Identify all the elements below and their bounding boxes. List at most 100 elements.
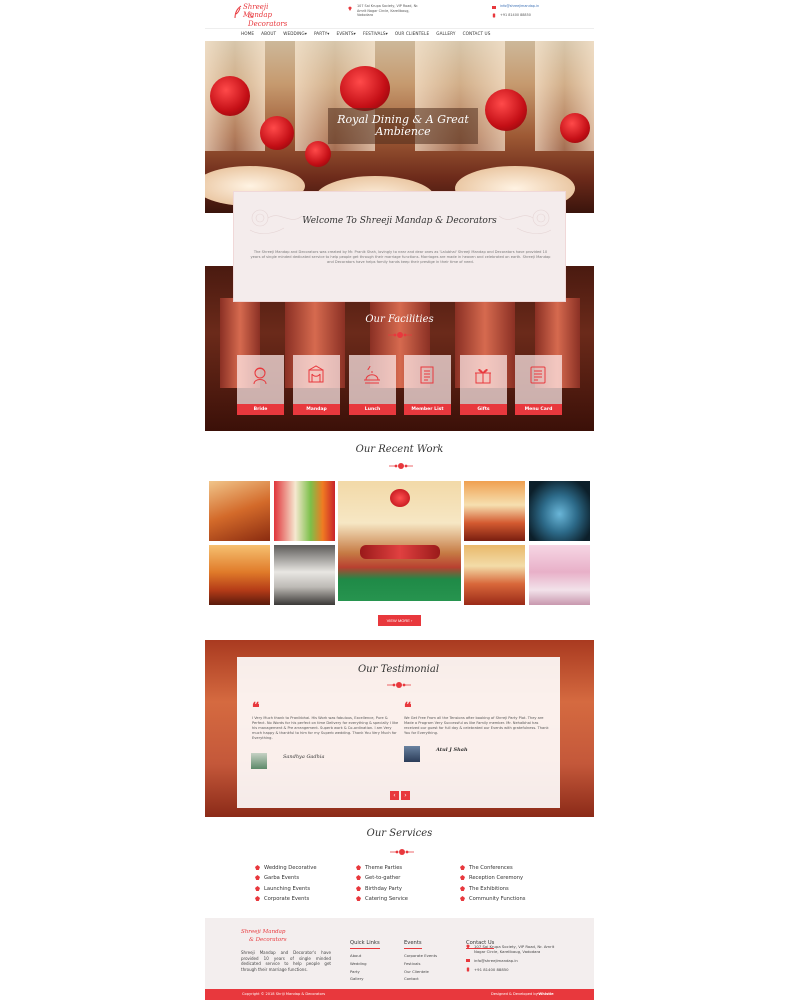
facility-card[interactable]: Bride [237,355,284,415]
hero-caption-box: Royal Dining & A Great Ambience [328,108,478,144]
rose-arrangement [560,113,590,143]
quick-links-title: Quick Links [350,940,380,949]
gallery-photo[interactable] [274,545,335,605]
gallery-photo[interactable] [209,545,270,605]
nav-item[interactable]: HOME [241,31,254,36]
footer-link[interactable]: Gallery [350,975,380,983]
nav-item[interactable]: GALLERY [436,31,455,36]
ornament-divider-icon [388,332,412,338]
footer-email[interactable]: info@shreejimandap.in [474,958,518,963]
service-item[interactable]: Community Functions [460,896,525,902]
mail-icon [492,6,496,9]
service-item[interactable]: The Conferences [460,865,513,871]
address-line: 107 Sai Krupa Society, VIP Road, Nr. [357,4,419,8]
footer-logo-line-2: & Decorators [249,937,287,943]
footer-link[interactable]: Wedding [350,960,380,968]
service-bullet-icon [460,886,465,891]
header-phone[interactable]: +91 81400 88850 [500,13,531,18]
facility-card[interactable]: Lunch [349,355,396,415]
address-line: Vadodara [357,13,374,18]
service-bullet-icon [255,865,260,870]
copyright-bar: Copyright © 2018 Shriji Mandap & Decorat… [205,989,594,1000]
facility-label: Bride [237,404,284,415]
nav-item[interactable]: ABOUT [261,31,276,36]
service-bullet-icon [356,865,361,870]
nav-item[interactable]: FESTIVALS▾ [363,31,388,36]
gallery-photo[interactable] [274,481,335,541]
logo-mark-icon [234,5,242,19]
service-label: Wedding Decorative [264,865,317,871]
facility-card[interactable]: Mandap [293,355,340,415]
footer-link[interactable]: Corporate Events [404,952,437,960]
nav-item[interactable]: CONTACT US [463,31,491,36]
footer-link[interactable]: Our Clientele [404,968,437,976]
footer-logo-line-1: Shreeji Mandap [241,929,286,935]
footer-link[interactable]: Contact [404,975,437,983]
facility-label: Menu Card [515,404,562,415]
footer-quick-links: Quick Links About Wedding Party Gallery [350,929,380,983]
location-pin-icon [348,6,352,11]
footer-address: 107 Sai Krupa Society, VIP Road, Nr. Amr… [474,944,555,954]
nav-item[interactable]: OUR CLIENTELE [395,31,429,36]
nav-item[interactable]: PARTY▾ [314,31,330,36]
service-bullet-icon [255,886,260,891]
footer-logo[interactable]: Shreeji Mandap & Decorators [241,929,291,947]
service-item[interactable]: Wedding Decorative [255,865,317,871]
service-bullet-icon [255,875,260,880]
nav-item[interactable]: WEDDING▾ [283,31,307,36]
facility-card[interactable]: Menu Card [515,355,562,415]
service-label: The Conferences [469,865,513,871]
service-item[interactable]: Theme Parties [356,865,402,871]
gallery-photo[interactable] [529,545,590,605]
service-bullet-icon [356,875,361,880]
facility-card[interactable]: Member List [404,355,451,415]
page: Shreeji Mandap & Decorators 107 Sai Krup… [0,0,800,1000]
testimonial-text: We Get Free From all the Tensions after … [404,716,549,735]
service-item[interactable]: The Exhibitions [460,886,509,892]
nav-list: HOME ABOUT WEDDING▾ PARTY▾ EVENTS▾ FESTIVALS▾… [241,31,490,36]
gallery-photo[interactable] [209,481,270,541]
bride-icon [253,367,267,385]
footer-events: Events Corporate Events Festivals Our Clie… [404,929,437,983]
gallery-photo[interactable] [529,481,590,541]
rose-arrangement [390,489,410,507]
hero-banner: Royal Dining & A Great Ambience [205,41,594,213]
service-label: Reception Ceremony [469,875,524,881]
gallery-photo[interactable] [464,481,525,541]
service-label: The Exhibitions [469,886,509,892]
testimonial-title: Our Testimonial [357,664,440,675]
facility-card[interactable]: Gifts [460,355,507,415]
service-bullet-icon [460,875,465,880]
service-item[interactable]: Reception Ceremony [460,875,523,881]
menu-card-icon [530,366,546,384]
member-list-icon [420,366,434,384]
service-item[interactable]: Launching Events [255,886,310,892]
developer-link[interactable]: -Whistle [537,989,554,1000]
service-label: Garba Events [264,875,300,881]
service-item[interactable]: Birthday Party [356,886,402,892]
service-item[interactable]: Garba Events [255,875,299,881]
prev-arrow-button[interactable]: ‹ [390,791,399,800]
site-logo[interactable]: Shreeji Mandap & Decorators [234,3,287,28]
view-more-button[interactable]: VIEW MORE › [378,615,421,626]
hero-caption: Royal Dining & A Great Ambience [337,113,469,138]
quote-icon: ❝ [252,700,260,716]
service-item[interactable]: Get-to-gather [356,875,400,881]
stage-sofa [360,545,440,559]
testimonial-name: Sandhya Gadhia [283,754,325,760]
service-item[interactable]: Catering Service [356,896,408,902]
footer-link[interactable]: Festivals [404,960,437,968]
next-arrow-button[interactable]: › [401,791,410,800]
header-email[interactable]: info@shreejimandap.in [500,4,539,9]
quote-icon: ❝ [404,700,412,716]
nav-item[interactable]: EVENTS▾ [337,31,356,36]
testimonial-text: I Very Much thank to Pranikbhai. His Wor… [252,716,399,740]
gallery-photo-featured[interactable] [338,481,461,601]
gallery-photo[interactable] [464,545,525,605]
footer-phone[interactable]: +91 81400 88850 [474,967,509,972]
footer-link[interactable]: Party [350,968,380,976]
footer-link[interactable]: About [350,952,380,960]
welcome-title: Welcome To Shreeji Mandap & Decorators [302,216,497,226]
welcome-card: Welcome To Shreeji Mandap & Decorators T… [233,191,566,302]
service-item[interactable]: Corporate Events [255,896,309,902]
